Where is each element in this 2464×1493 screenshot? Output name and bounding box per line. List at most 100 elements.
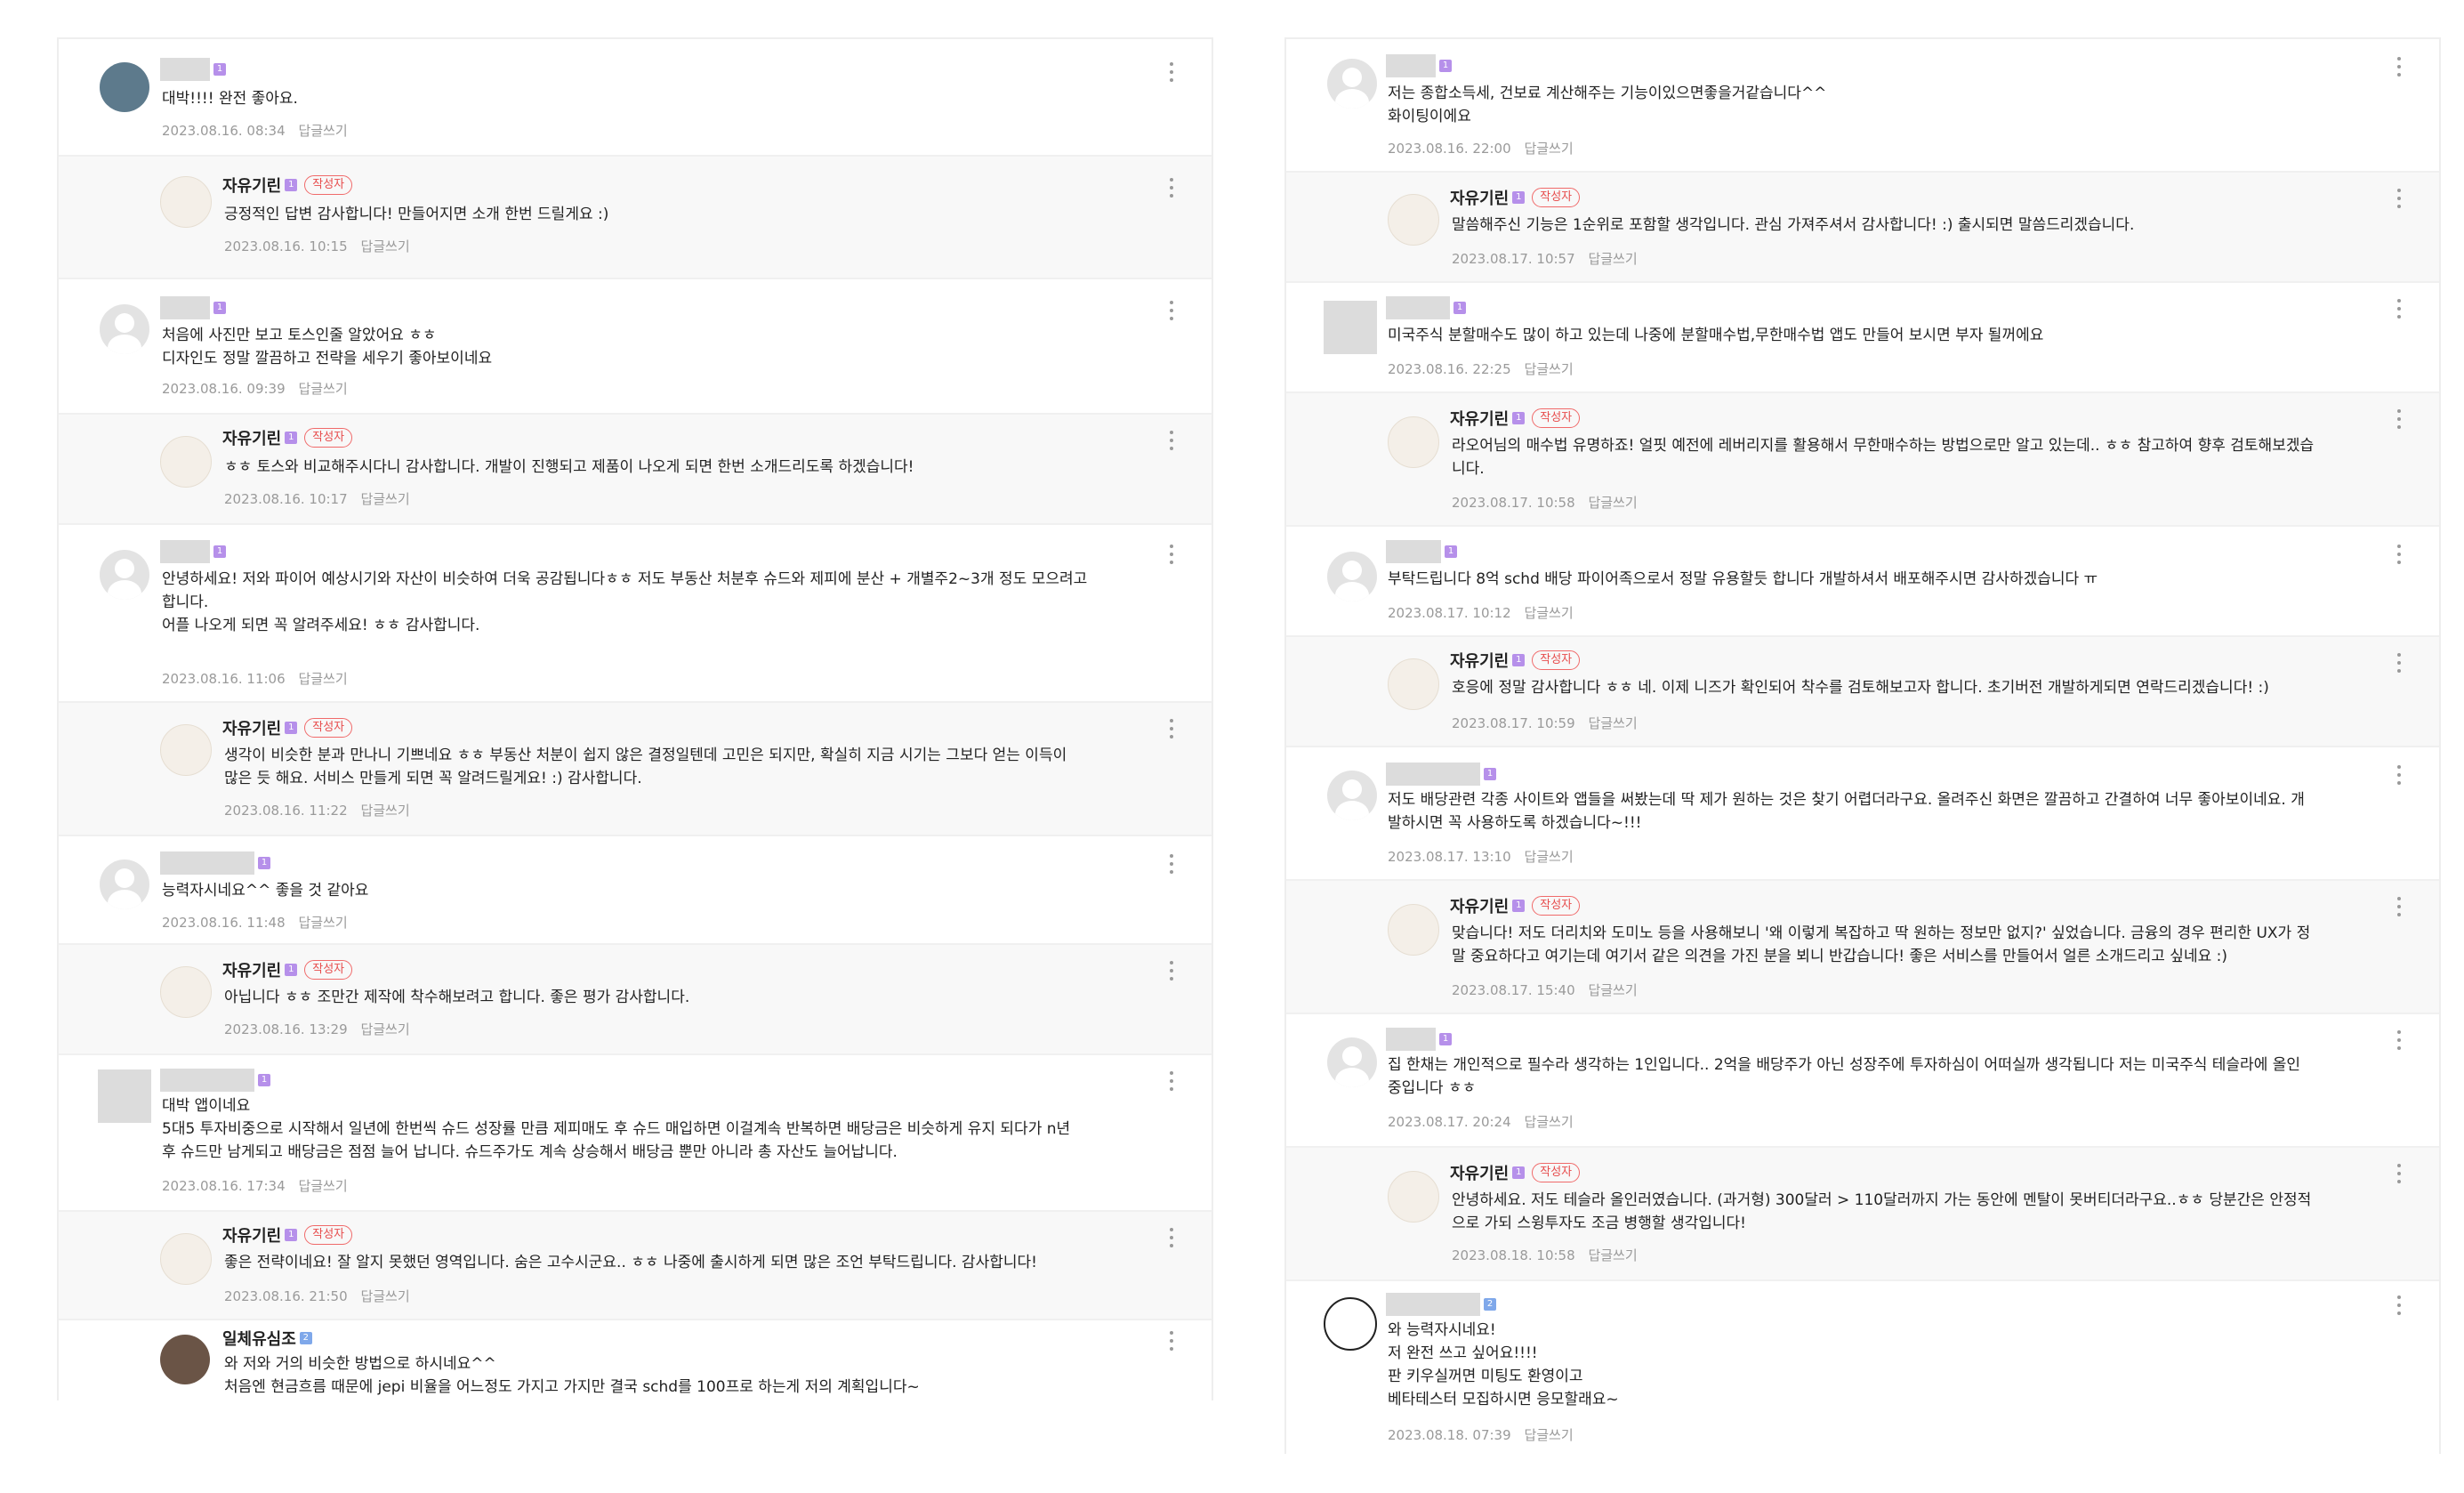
nickname[interactable]: 자유기린	[222, 1223, 281, 1247]
reply-button[interactable]: 답글쓰기	[360, 491, 409, 507]
more-options-icon[interactable]	[1169, 1331, 1174, 1354]
more-options-icon[interactable]	[2396, 653, 2402, 676]
giraffe-avatar[interactable]	[160, 436, 212, 488]
more-options-icon[interactable]	[2396, 1164, 2402, 1187]
nickname[interactable]: 자유기린	[1450, 186, 1509, 209]
nickname-redacted[interactable]	[160, 540, 210, 563]
more-options-icon[interactable]	[2396, 1030, 2402, 1053]
nickname[interactable]: 일체유심조	[222, 1327, 296, 1350]
comment-meta: 2023.08.18. 07:39 답글쓰기	[1388, 1425, 1574, 1444]
reply-button[interactable]: 답글쓰기	[1588, 1247, 1637, 1263]
more-options-icon[interactable]	[2396, 189, 2402, 212]
nickname-redacted[interactable]	[1386, 296, 1450, 319]
reply-button[interactable]: 답글쓰기	[298, 381, 347, 397]
comment-text: 대박!!!! 완전 좋아요.	[162, 90, 298, 108]
reply-button[interactable]: 답글쓰기	[1524, 1427, 1573, 1443]
default-avatar[interactable]	[1327, 771, 1377, 820]
comment-header: 자유기린 1 작성자	[1450, 1160, 1581, 1185]
more-options-icon[interactable]	[2396, 57, 2402, 80]
nickname-redacted[interactable]	[160, 851, 254, 875]
reply-button[interactable]: 답글쓰기	[1524, 1114, 1573, 1130]
giraffe-avatar[interactable]	[160, 724, 212, 776]
reply-button[interactable]: 답글쓰기	[298, 1178, 347, 1194]
giraffe-avatar[interactable]	[1388, 1171, 1439, 1223]
reply-button[interactable]: 답글쓰기	[1588, 982, 1637, 998]
comment-item: 1 대박 앱이네요 5대5 투자비중으로 시작해서 일년에 한번씩 슈드 성장률…	[59, 1055, 1212, 1212]
comment-header: 1	[1386, 539, 1457, 564]
more-options-icon[interactable]	[1169, 961, 1174, 984]
avatar[interactable]	[160, 1335, 210, 1384]
nickname-redacted[interactable]	[160, 296, 210, 319]
level-badge: 1	[258, 857, 270, 869]
reply-button[interactable]: 답글쓰기	[298, 123, 347, 139]
nickname[interactable]: 자유기린	[222, 716, 281, 739]
nickname[interactable]: 자유기린	[222, 958, 281, 981]
giraffe-avatar[interactable]	[1388, 904, 1439, 956]
more-options-icon[interactable]	[2396, 765, 2402, 788]
avatar[interactable]	[1324, 301, 1377, 354]
comment-reply-item: 자유기린 1 작성자 라오어님의 매수법 유명하죠! 얼핏 예전에 레버리지를 …	[1286, 393, 2439, 527]
more-options-icon[interactable]	[1169, 545, 1174, 568]
reply-button[interactable]: 답글쓰기	[298, 915, 347, 931]
more-options-icon[interactable]	[1169, 178, 1174, 201]
nickname[interactable]: 자유기린	[1450, 1161, 1509, 1184]
nickname[interactable]: 자유기린	[1450, 649, 1509, 672]
nickname-redacted[interactable]	[1386, 1293, 1480, 1316]
nickname-redacted[interactable]	[1386, 540, 1441, 563]
comment-reply-item: 자유기린 1 작성자 생각이 비슷한 분과 만나니 기쁘네요 ㅎㅎ 부동산 처분…	[59, 703, 1212, 836]
more-options-icon[interactable]	[1169, 719, 1174, 742]
nickname-redacted[interactable]	[1386, 1028, 1436, 1051]
more-options-icon[interactable]	[1169, 1228, 1174, 1251]
level-badge: 1	[1512, 412, 1526, 424]
level-badge: 1	[213, 302, 226, 314]
reply-button[interactable]: 답글쓰기	[360, 803, 409, 819]
comment-header: 자유기린 1 작성자	[1450, 648, 1581, 673]
default-avatar[interactable]	[1327, 1037, 1377, 1087]
giraffe-avatar[interactable]	[160, 966, 212, 1018]
giraffe-avatar[interactable]	[160, 1233, 212, 1285]
reply-button[interactable]: 답글쓰기	[1524, 849, 1573, 865]
nickname[interactable]: 자유기린	[222, 174, 281, 197]
giraffe-avatar[interactable]	[1388, 658, 1439, 710]
default-avatar[interactable]	[1327, 59, 1377, 109]
level-badge: 1	[1512, 191, 1526, 204]
reply-button[interactable]: 답글쓰기	[360, 1288, 409, 1304]
avatar[interactable]	[98, 1069, 151, 1123]
more-options-icon[interactable]	[1169, 62, 1174, 85]
reply-button[interactable]: 답글쓰기	[1588, 495, 1637, 511]
more-options-icon[interactable]	[2396, 897, 2402, 920]
nickname-redacted[interactable]	[1386, 54, 1436, 77]
reply-button[interactable]: 답글쓰기	[298, 671, 347, 687]
default-avatar[interactable]	[100, 859, 149, 909]
more-options-icon[interactable]	[1169, 301, 1174, 324]
reply-button[interactable]: 답글쓰기	[1524, 361, 1573, 377]
nickname-redacted[interactable]	[1386, 763, 1480, 786]
giraffe-avatar[interactable]	[160, 176, 212, 228]
comment-meta: 2023.08.16. 09:39 답글쓰기	[162, 379, 348, 398]
avatar[interactable]	[100, 62, 149, 112]
face-avatar[interactable]	[1324, 1297, 1377, 1351]
nickname[interactable]: 자유기린	[1450, 894, 1509, 917]
reply-button[interactable]: 답글쓰기	[1588, 251, 1637, 267]
more-options-icon[interactable]	[1169, 854, 1174, 877]
more-options-icon[interactable]	[1169, 431, 1174, 454]
more-options-icon[interactable]	[2396, 299, 2402, 322]
reply-button[interactable]: 답글쓰기	[360, 238, 409, 254]
reply-button[interactable]: 답글쓰기	[1588, 715, 1637, 731]
default-avatar[interactable]	[100, 550, 149, 600]
default-avatar[interactable]	[100, 304, 149, 354]
giraffe-avatar[interactable]	[1388, 194, 1439, 246]
reply-button[interactable]: 답글쓰기	[360, 1021, 409, 1037]
nickname[interactable]: 자유기린	[222, 426, 281, 449]
more-options-icon[interactable]	[2396, 545, 2402, 568]
more-options-icon[interactable]	[1169, 1071, 1174, 1094]
default-avatar[interactable]	[1327, 552, 1377, 601]
nickname[interactable]: 자유기린	[1450, 407, 1509, 430]
more-options-icon[interactable]	[2396, 1295, 2402, 1319]
nickname-redacted[interactable]	[160, 58, 210, 81]
reply-button[interactable]: 답글쓰기	[1524, 605, 1573, 621]
more-options-icon[interactable]	[2396, 409, 2402, 432]
giraffe-avatar[interactable]	[1388, 416, 1439, 468]
nickname-redacted[interactable]	[160, 1069, 254, 1092]
reply-button[interactable]: 답글쓰기	[1524, 141, 1573, 157]
